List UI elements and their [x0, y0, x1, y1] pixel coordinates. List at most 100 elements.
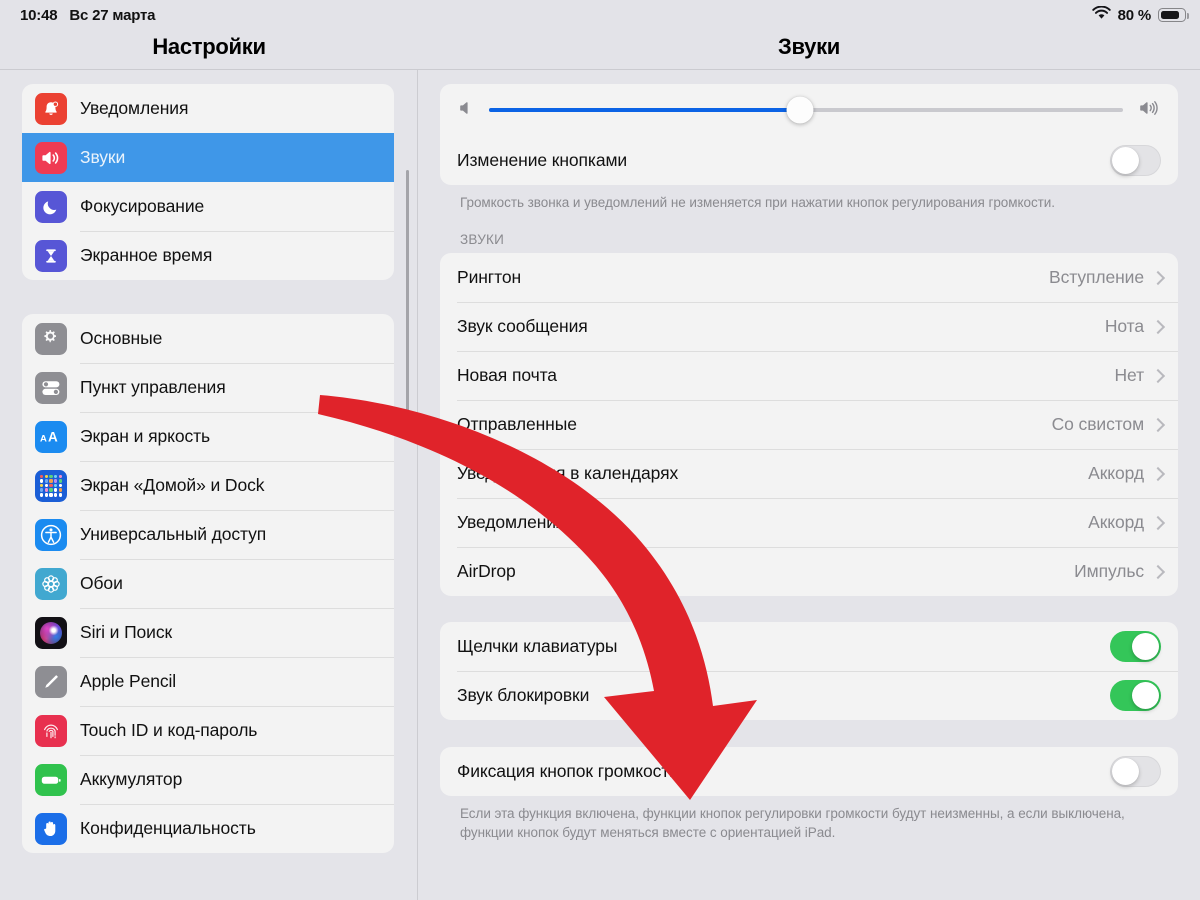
toggle-thumb [1132, 633, 1159, 661]
accessibility-icon [35, 518, 67, 551]
battery-fill [1160, 10, 1179, 20]
row-keyboard-clicks[interactable]: Щелчки клавиатуры [440, 622, 1178, 671]
status-date: Вс 27 марта [69, 6, 156, 24]
sidebar-item-label: Экран «Домой» и Dock [80, 475, 265, 495]
gear-icon [35, 322, 67, 355]
speaker-low-icon [457, 99, 475, 122]
svg-text:A: A [48, 429, 58, 444]
app-grid [38, 473, 64, 499]
row-label: Уведомления [457, 512, 566, 533]
switches-icon [35, 371, 67, 404]
sounds-content: Изменение кнопками Громкость звонка и ув… [418, 84, 1200, 842]
hand-icon [35, 812, 67, 845]
fingerprint-icon [35, 714, 67, 747]
svg-text:A: A [40, 433, 47, 444]
sidebar-item-apple-pencil[interactable]: Apple Pencil [22, 657, 394, 706]
sidebar-item-home-screen-dock[interactable]: Экран «Домой» и Dock [22, 461, 394, 510]
row-label: Уведомления в календарях [457, 463, 679, 484]
battery-percent-label: 80 % [1117, 6, 1152, 24]
sounds-section-header: ЗВУКИ [460, 232, 505, 248]
row-calendar-alerts[interactable]: Уведомления в календарях Аккорд [440, 449, 1178, 498]
sidebar-item-notifications[interactable]: Уведомления [22, 84, 394, 133]
row-message-sound[interactable]: Звук сообщения Нота [440, 302, 1178, 351]
row-label: AirDrop [457, 561, 516, 582]
row-value: Нет [1114, 365, 1144, 386]
row-value: Аккорд [1088, 463, 1144, 484]
sidebar-item-focus[interactable]: Фокусирование [22, 182, 394, 231]
change-with-buttons-toggle[interactable] [1110, 145, 1161, 176]
row-label: Отправленные [457, 414, 577, 435]
sounds-page-title: Звуки [777, 34, 841, 59]
sidebar-item-accessibility[interactable]: Универсальный доступ [22, 510, 394, 559]
row-value: Вступление [1049, 267, 1144, 288]
sidebar-item-siri-search[interactable]: Siri и Поиск [22, 608, 394, 657]
volume-buttons-lock-toggle[interactable] [1110, 756, 1161, 788]
sidebar-item-label: Аккумулятор [80, 769, 183, 789]
wifi-icon [1091, 5, 1111, 24]
volume-slider-row[interactable] [440, 84, 1178, 136]
sidebar-item-label: Уведомления [80, 98, 189, 118]
volume-footnote: Громкость звонка и уведомлений не изменя… [460, 195, 1055, 210]
speaker-high-icon [1137, 99, 1161, 122]
chevron-right-icon [1153, 516, 1161, 529]
toggle-thumb [1112, 758, 1139, 786]
volume-buttons-lock-card: Фиксация кнопок громкости [440, 747, 1178, 797]
sidebar-item-touch-id-passcode[interactable]: Touch ID и код-пароль [22, 706, 394, 755]
sidebar-item-sounds[interactable]: Звуки [22, 133, 394, 182]
row-reminder-alerts[interactable]: Уведомления Аккорд [440, 498, 1178, 547]
battery-icon [1158, 8, 1190, 22]
row-new-mail[interactable]: Новая почта Нет [440, 351, 1178, 400]
chevron-right-icon [1153, 565, 1161, 578]
row-sent-mail[interactable]: Отправленные Со свистом [440, 400, 1178, 449]
sidebar-scrollbar[interactable] [406, 170, 409, 426]
lock-sound-toggle[interactable] [1110, 680, 1161, 712]
chevron-right-icon [1153, 320, 1161, 333]
moon-icon [35, 190, 67, 223]
settings-sidebar: Уведомления Звуки Фокусирование Экранное… [0, 70, 418, 900]
sidebar-item-label: Touch ID и код-пароль [80, 720, 258, 740]
sidebar-item-label: Экран и яркость [80, 426, 211, 446]
volume-track-fill [489, 108, 800, 112]
sidebar-item-label: Обои [80, 573, 123, 593]
row-volume-buttons-lock[interactable]: Фиксация кнопок громкости [440, 747, 1178, 796]
sidebar-item-general[interactable]: Основные [22, 314, 394, 363]
change-with-buttons-row[interactable]: Изменение кнопками [440, 136, 1178, 185]
row-value: Со свистом [1051, 414, 1144, 435]
change-with-buttons-label: Изменение кнопками [457, 150, 628, 170]
sidebar-item-display-brightness[interactable]: A A Экран и яркость [22, 412, 394, 461]
row-value: Импульс [1074, 561, 1144, 582]
row-label: Новая почта [457, 365, 557, 386]
sidebar-item-control-center[interactable]: Пункт управления [22, 363, 394, 412]
sidebar-item-battery[interactable]: Аккумулятор [22, 755, 394, 804]
chevron-right-icon [1153, 418, 1161, 431]
volume-slider-knob[interactable] [786, 96, 814, 124]
chevron-right-icon [1153, 467, 1161, 480]
row-airdrop[interactable]: AirDrop Импульс [440, 547, 1178, 596]
sidebar-item-wallpaper[interactable]: Обои [22, 559, 394, 608]
speaker-icon [35, 141, 67, 174]
ipad-settings-screen: 10:48 Вс 27 марта 80 % Настройки Звуки У… [0, 0, 1200, 900]
sidebar-item-label: Универсальный доступ [80, 524, 267, 544]
sidebar-item-label: Конфиденциальность [80, 818, 256, 838]
sidebar-item-label: Siri и Поиск [80, 622, 173, 642]
bell-icon [35, 92, 67, 125]
sidebar-item-label: Экранное время [80, 245, 213, 265]
sidebar-group-1: Уведомления Звуки Фокусирование Экранное… [22, 84, 394, 280]
sidebar-item-label: Основные [80, 328, 163, 348]
row-label: Звук сообщения [457, 316, 588, 337]
pane-separator [417, 70, 418, 900]
row-lock-sound[interactable]: Звук блокировки [440, 671, 1178, 720]
sidebar-item-privacy[interactable]: Конфиденциальность [22, 804, 394, 853]
sidebar-item-label: Фокусирование [80, 196, 205, 216]
status-time: 10:48 [20, 6, 58, 24]
row-value: Аккорд [1088, 512, 1144, 533]
sidebar-item-screen-time[interactable]: Экранное время [22, 231, 394, 280]
row-ringtone[interactable]: Рингтон Вступление [440, 253, 1178, 302]
volume-track[interactable] [489, 96, 1123, 124]
keyboard-clicks-toggle[interactable] [1110, 631, 1161, 663]
sidebar-item-label: Звуки [80, 147, 126, 167]
status-bar-left: 10:48 Вс 27 марта [20, 7, 155, 24]
status-bar-right: 80 % [1091, 5, 1190, 24]
sidebar-item-label: Пункт управления [80, 377, 226, 397]
aa-icon: A A [35, 420, 67, 453]
